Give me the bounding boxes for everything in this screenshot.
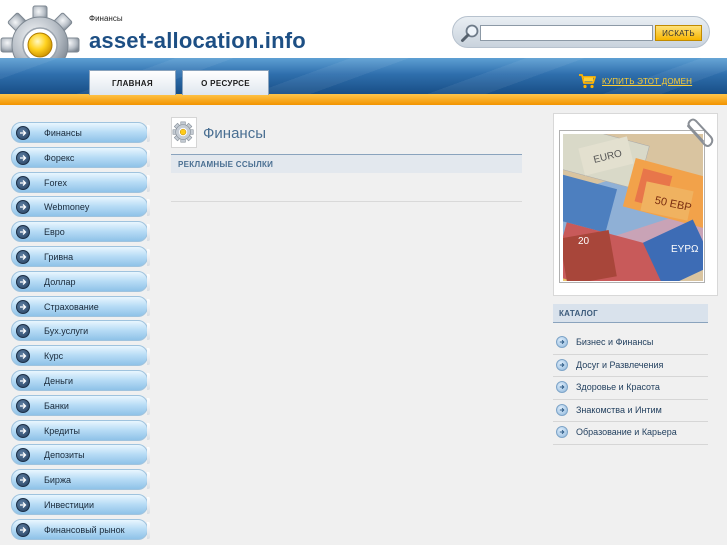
ads-label: РЕКЛАМНЫЕ ССЫЛКИ [178, 160, 274, 169]
arrow-right-icon [16, 299, 30, 314]
sidebar-item-label: Деньги [44, 375, 74, 386]
cart-icon [579, 74, 596, 89]
sidebar-item-label: Гривна [44, 251, 74, 262]
sidebar-item-label: Биржа [44, 475, 71, 486]
catalog-item[interactable]: Образование и Карьера [553, 422, 708, 445]
catalog-item-label: Досуг и Развлечения [576, 359, 664, 370]
sidebar-item-label: Форекс [44, 152, 75, 163]
paperclip-icon [687, 118, 714, 147]
content-gear-box [171, 117, 197, 148]
site-header: Финансы asset-allocation.info ИСКАТЬ ГЛА… [0, 0, 727, 105]
search-input[interactable] [480, 25, 653, 41]
catalog-item[interactable]: Бизнес и Финансы [553, 332, 708, 355]
catalog-title: КАТАЛОГ [559, 309, 598, 318]
arrow-right-icon [16, 497, 30, 512]
content-header: Финансы [171, 117, 522, 148]
sidebar-item-label: Курс [44, 351, 64, 362]
arrow-right-icon [16, 225, 30, 240]
arrow-right-icon [16, 448, 30, 463]
divider [171, 201, 522, 202]
catalog-list: Бизнес и Финансы Досуг и Развлечения Здоро… [553, 332, 708, 445]
sidebar-item-label: Кредиты [44, 425, 80, 436]
sidebar-item[interactable]: Forex [11, 171, 150, 193]
catalog-item[interactable]: Досуг и Развлечения [553, 355, 708, 378]
arrow-right-icon [16, 249, 30, 264]
search-box: ИСКАТЬ [452, 16, 710, 48]
sidebar-item[interactable]: Финансовый рынок [11, 518, 150, 540]
sidebar-item[interactable]: Бух.услуги [11, 320, 150, 342]
sidebar-item[interactable]: Страхование [11, 295, 150, 317]
sidebar-item-label: Страхование [44, 301, 99, 312]
sidebar-item-label: Финансовый рынок [44, 524, 125, 535]
sidebar-item[interactable]: Банки [11, 394, 150, 416]
sidebar-item[interactable]: Евро [11, 221, 150, 243]
arrow-right-icon [556, 381, 568, 394]
sidebar-item[interactable]: Курс [11, 345, 150, 367]
catalog-item[interactable]: Здоровье и Красота [553, 377, 708, 400]
svg-text:EYPΩ: EYPΩ [671, 244, 699, 255]
gear-icon [172, 121, 194, 143]
arrow-right-icon [16, 274, 30, 289]
sidebar-item[interactable]: Биржа [11, 469, 150, 491]
sidebar-item-label: Forex [44, 177, 68, 188]
arrow-right-icon [16, 423, 30, 438]
svg-text:20: 20 [578, 236, 590, 247]
sidebar-item-label: Евро [44, 227, 65, 238]
sidebar-item[interactable]: Webmoney [11, 196, 150, 218]
search-button[interactable]: ИСКАТЬ [655, 25, 702, 41]
breadcrumb: Финансы [89, 14, 123, 23]
sidebar-item[interactable]: Депозиты [11, 444, 150, 466]
buy-domain-link[interactable]: КУПИТЬ ЭТОТ ДОМЕН [602, 77, 692, 86]
catalog-item-label: Образование и Карьера [576, 427, 677, 438]
page-title: Финансы [203, 125, 266, 142]
sidebar-item[interactable]: Гривна [11, 245, 150, 267]
arrow-right-icon [556, 336, 568, 348]
arrow-right-icon [556, 358, 568, 371]
photo-frame: 50 ЕВР EURO 20 EYPΩ [553, 113, 718, 296]
arrow-right-icon [16, 473, 30, 488]
arrow-right-icon [16, 373, 30, 388]
arrow-right-icon [16, 150, 30, 165]
sidebar-item-label: Webmoney [44, 202, 90, 213]
search-icon [461, 24, 479, 42]
sidebar-item[interactable]: Инвестиции [11, 493, 150, 515]
catalog-item-label: Здоровье и Красота [576, 382, 660, 393]
sidebar-item-label: Инвестиции [44, 499, 94, 510]
sidebar: Финансы Форекс Forex Webmoney Евро Гривна Долл… [11, 122, 150, 544]
arrow-right-icon [16, 126, 30, 140]
arrow-right-icon [556, 403, 568, 416]
sidebar-item-label: Депозиты [44, 450, 85, 461]
sidebar-item[interactable]: Кредиты [11, 419, 150, 441]
header-accent-line [0, 94, 727, 105]
sidebar-item[interactable]: Финансы [11, 122, 150, 143]
nav-tab-home[interactable]: ГЛАВНАЯ [89, 70, 176, 95]
arrow-right-icon [16, 175, 30, 190]
catalog-header: КАТАЛОГ [553, 304, 708, 323]
ads-section: РЕКЛАМНЫЕ ССЫЛКИ [171, 155, 522, 173]
sidebar-item[interactable]: Доллар [11, 270, 150, 292]
arrow-right-icon [16, 324, 30, 339]
sidebar-item-label: Банки [44, 400, 69, 411]
catalog-item-label: Бизнес и Финансы [576, 337, 654, 347]
arrow-right-icon [16, 398, 30, 413]
photo-border: 50 ЕВР EURO 20 EYPΩ [559, 130, 705, 283]
arrow-right-icon [16, 349, 30, 364]
sidebar-item[interactable]: Деньги [11, 369, 150, 391]
nav-tab-about[interactable]: О РЕСУРСЕ [182, 70, 269, 95]
sidebar-item-label: Финансы [44, 128, 82, 138]
catalog-item[interactable]: Знакомства и Интим [553, 400, 708, 423]
catalog-item-label: Знакомства и Интим [576, 404, 662, 415]
arrow-right-icon [556, 426, 568, 439]
main-area: Финансы Форекс Forex Webmoney Евро Гривна Долл… [0, 105, 727, 545]
euro-banknotes-image: 50 ЕВР EURO 20 EYPΩ [563, 134, 703, 281]
buy-domain[interactable]: КУПИТЬ ЭТОТ ДОМЕН [578, 72, 692, 90]
sidebar-item-label: Доллар [44, 276, 76, 287]
arrow-right-icon [16, 200, 30, 215]
site-title[interactable]: asset-allocation.info [89, 28, 306, 54]
arrow-right-icon [16, 522, 30, 537]
sidebar-item[interactable]: Форекс [11, 146, 150, 168]
sidebar-item-label: Бух.услуги [44, 326, 89, 337]
